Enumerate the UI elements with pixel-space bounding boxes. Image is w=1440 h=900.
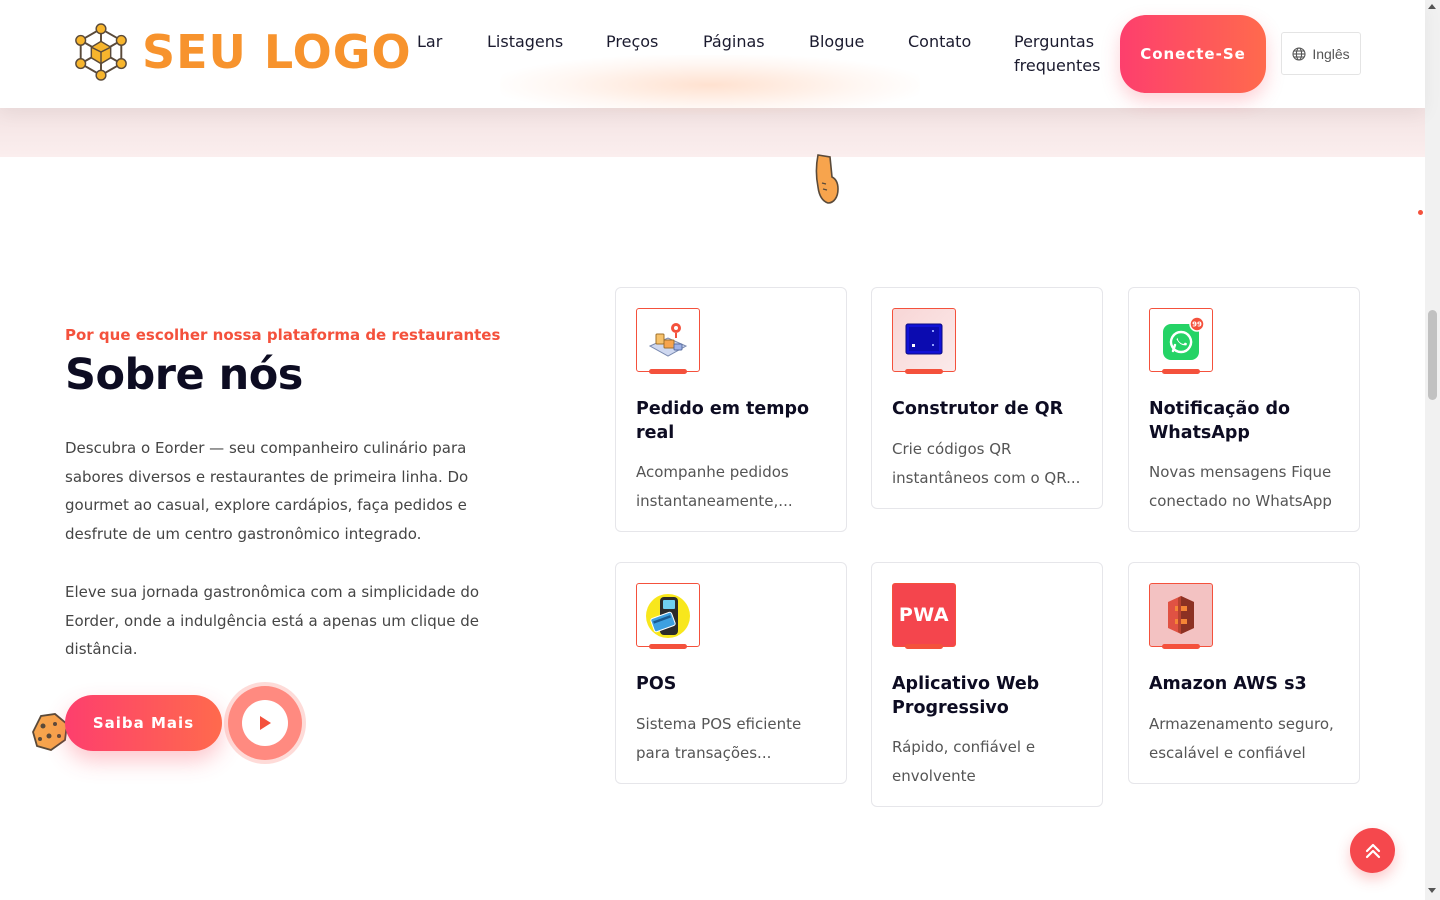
feature-description: Crie códigos QR instantâneos com o QR... (892, 440, 1081, 487)
globe-icon (1292, 46, 1306, 61)
about-paragraph-2: Eleve sua jornada gastronômica com a sim… (65, 583, 480, 659)
logo-text: SEU LOGO (142, 25, 412, 79)
nav-item-pages[interactable]: Páginas (703, 30, 765, 54)
nav-item-contact[interactable]: Contato (908, 30, 971, 54)
play-video-button[interactable] (224, 682, 306, 764)
card-icon-underline (905, 644, 943, 649)
scroll-to-top-button[interactable] (1350, 828, 1395, 873)
feature-title: Amazon AWS s3 (1149, 674, 1307, 694)
hand-decoration-icon (815, 154, 839, 204)
feature-title: Pedido em tempo real (636, 399, 810, 443)
nav-item-listings[interactable]: Listagens (487, 30, 563, 54)
logo[interactable]: SEU LOGO (72, 22, 412, 82)
hero-bottom-band (0, 108, 1425, 157)
notification-badge: 99 (1192, 321, 1202, 329)
feature-title: POS (636, 674, 677, 694)
feature-card-qr-builder[interactable]: Construtor de QR Crie códigos QR instant… (871, 287, 1103, 509)
feature-card-pwa[interactable]: PWA Aplicativo Web Progressivo Rápido, c… (871, 562, 1103, 807)
feature-title: Construtor de QR (892, 399, 1064, 419)
nav-item-faq[interactable]: Perguntas frequentes (1014, 30, 1104, 78)
aws-s3-icon (1168, 596, 1194, 634)
feature-title: Notificação do WhatsApp (1149, 399, 1291, 443)
feature-title: Aplicativo Web Progressivo (892, 674, 1040, 718)
play-button-core (242, 700, 288, 746)
card-icon-underline (1162, 644, 1200, 649)
scroll-down-arrow[interactable] (1428, 888, 1436, 893)
connect-button[interactable]: Conecte-Se (1120, 15, 1266, 93)
card-icon-frame (636, 583, 700, 647)
nav-item-blog[interactable]: Blogue (809, 30, 864, 54)
red-dot-decoration (1418, 210, 1423, 215)
card-icon-frame: 99 (1149, 308, 1213, 372)
language-selector[interactable]: Inglês (1281, 32, 1361, 75)
feature-card-whatsapp[interactable]: 99 Notificação do WhatsApp Novas mensage… (1128, 287, 1360, 532)
language-label: Inglês (1312, 45, 1350, 62)
feature-description: Armazenamento seguro, escalável e confiá… (1149, 715, 1334, 762)
nav-item-home[interactable]: Lar (417, 30, 442, 54)
feature-card-aws-s3[interactable]: Amazon AWS s3 Armazenamento seguro, esca… (1128, 562, 1360, 784)
section-eyebrow: Por que escolher nossa plataforma de res… (65, 326, 501, 344)
whatsapp-icon: 99 (1163, 316, 1205, 360)
cookie-decoration-icon (32, 713, 68, 751)
pos-terminal-icon (646, 594, 690, 638)
feature-description: Novas mensagens Fique conectado no Whats… (1149, 463, 1332, 510)
double-chevron-up-icon (1365, 843, 1380, 858)
scrollbar-thumb[interactable] (1428, 310, 1437, 400)
feature-card-pos[interactable]: POS Sistema POS eficiente para transaçõe… (615, 562, 847, 784)
page-scrollbar[interactable] (1425, 0, 1440, 900)
play-button-ring (228, 686, 302, 760)
section-title: Sobre nós (65, 350, 303, 400)
site-header: SEU LOGO Lar Listagens Preços Páginas Bl… (0, 0, 1425, 108)
pwa-icon: PWA (898, 604, 950, 626)
learn-more-button[interactable]: Saiba Mais (65, 695, 222, 751)
card-icon-underline (1162, 369, 1200, 374)
card-icon-frame (892, 308, 956, 372)
feature-description: Acompanhe pedidos instantaneamente,... (636, 463, 793, 510)
card-icon-frame (1149, 583, 1213, 647)
feature-description: Rápido, confiável e envolvente (892, 738, 1036, 785)
qr-builder-icon (905, 323, 943, 355)
scroll-up-arrow[interactable] (1428, 4, 1436, 9)
card-icon-underline (905, 369, 943, 374)
card-icon-frame (636, 308, 700, 372)
about-paragraph-1: Descubra o Eorder — seu companheiro culi… (65, 439, 469, 544)
play-icon (260, 716, 271, 730)
card-icon-frame: PWA (892, 583, 956, 647)
nav-item-pricing[interactable]: Preços (606, 30, 658, 54)
card-icon-underline (649, 644, 687, 649)
card-icon-underline (649, 369, 687, 374)
feature-description: Sistema POS eficiente para transações... (636, 715, 802, 762)
delivery-map-icon (648, 323, 688, 357)
logo-network-icon (75, 23, 127, 81)
feature-card-realtime-order[interactable]: Pedido em tempo real Acompanhe pedidos i… (615, 287, 847, 532)
